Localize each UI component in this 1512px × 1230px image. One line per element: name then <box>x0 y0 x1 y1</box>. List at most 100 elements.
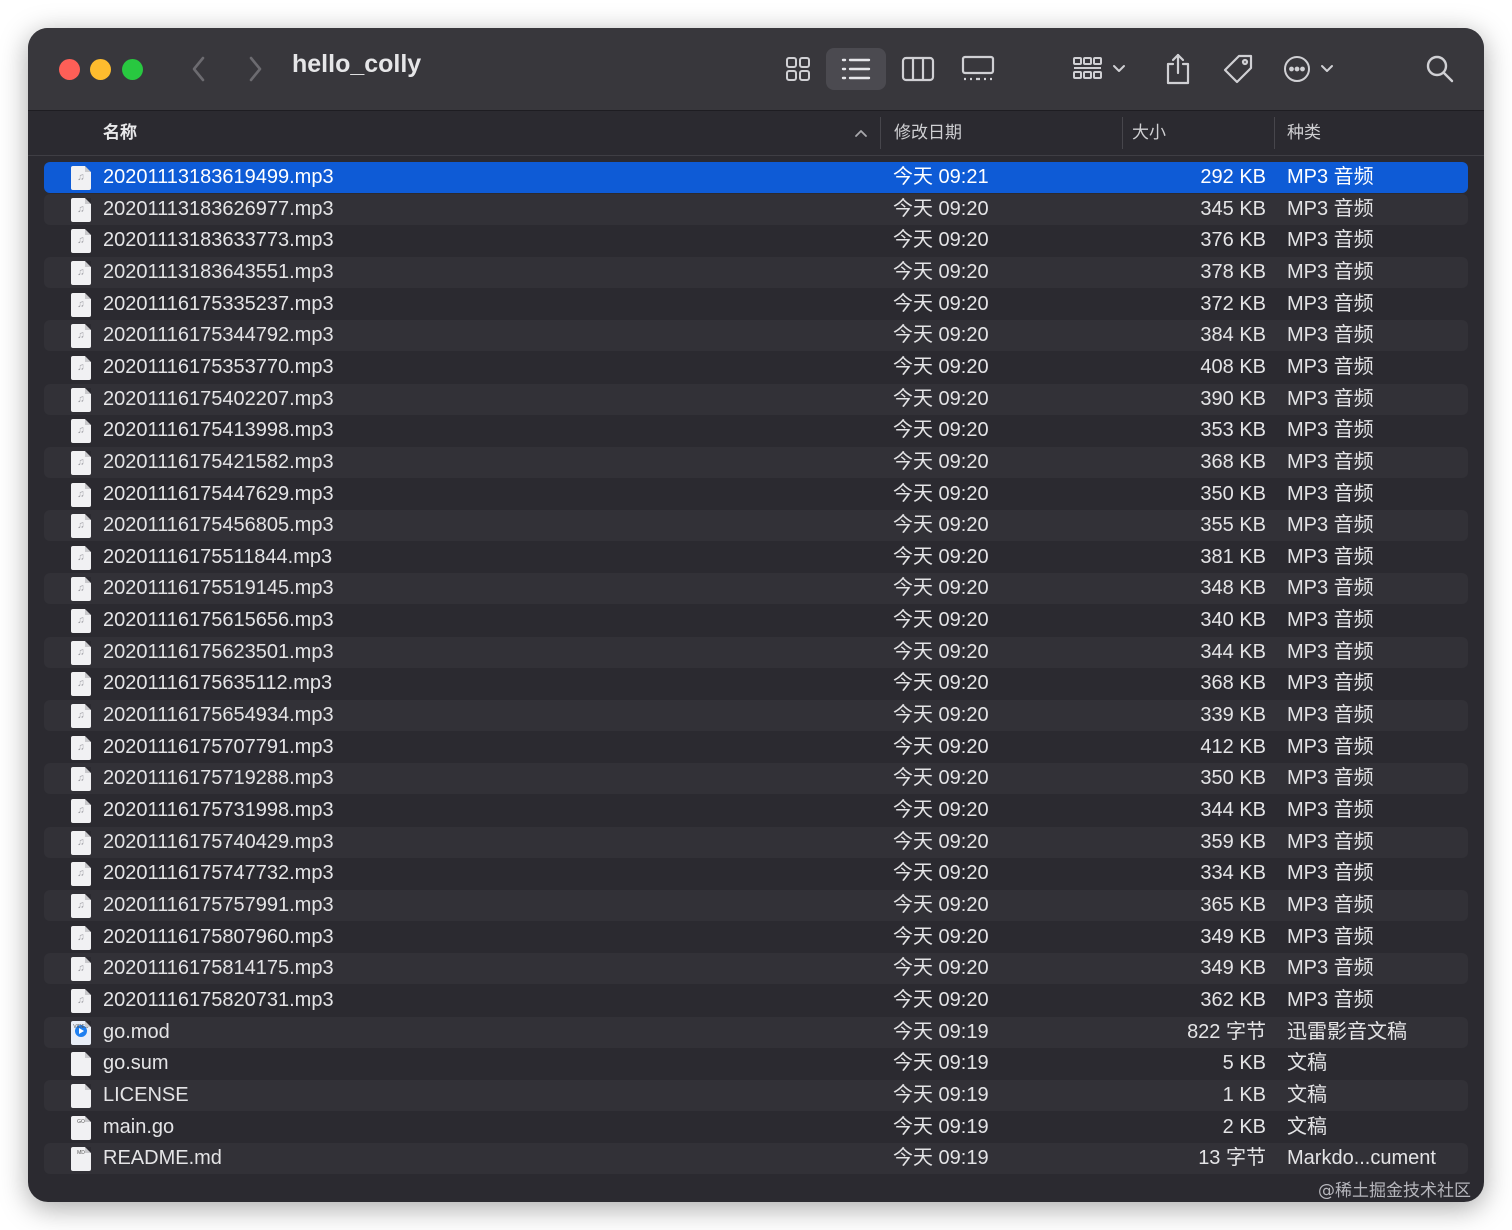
file-name: 20201116175757991.mp3 <box>103 894 334 916</box>
file-name: README.md <box>103 1147 222 1169</box>
column-view-button[interactable] <box>888 48 948 90</box>
file-kind: MP3 音频 <box>1287 799 1374 821</box>
file-row[interactable]: ♫ 20201116175615656.mp3 今天 09:20 340 KB MP3 … <box>44 605 1468 636</box>
file-kind: MP3 音频 <box>1287 261 1374 283</box>
music-file-icon: ♫ <box>71 862 91 886</box>
file-row[interactable]: ♫ 20201116175623501.mp3 今天 09:20 344 KB MP3 … <box>44 637 1468 668</box>
zoom-button[interactable] <box>122 59 143 80</box>
finder-window: hello_colly 名称 修改日期 大小 种类 ♫ 202011131836… <box>28 28 1484 1202</box>
file-date: 今天 09:20 <box>893 577 989 599</box>
file-date: 今天 09:19 <box>893 1147 989 1169</box>
column-divider[interactable] <box>1274 117 1275 149</box>
file-row[interactable]: ♫ 20201116175814175.mp3 今天 09:20 349 KB MP3 … <box>44 953 1468 984</box>
file-row[interactable]: ♫ 20201116175447629.mp3 今天 09:20 350 KB MP3 … <box>44 479 1468 510</box>
file-row[interactable]: LICENSE 今天 09:19 1 KB 文稿 <box>44 1080 1468 1111</box>
file-name: 20201116175635112.mp3 <box>103 672 333 694</box>
back-button[interactable] <box>184 48 214 90</box>
tag-button[interactable] <box>1218 48 1258 90</box>
file-name: 20201116175519145.mp3 <box>103 577 334 599</box>
file-row[interactable]: ♫ 20201116175511844.mp3 今天 09:20 381 KB MP3 … <box>44 542 1468 573</box>
search-button[interactable] <box>1420 48 1460 90</box>
file-row[interactable]: GO main.go 今天 09:19 2 KB 文稿 <box>44 1112 1468 1143</box>
file-name: 20201116175747732.mp3 <box>103 862 334 884</box>
file-row[interactable]: ♫ 20201113183643551.mp3 今天 09:20 378 KB MP3 … <box>44 257 1468 288</box>
file-kind: MP3 音频 <box>1287 483 1374 505</box>
file-row[interactable]: MD README.md 今天 09:19 13 字节 Markdo...cument <box>44 1143 1468 1174</box>
file-row[interactable]: ♫ 20201116175519145.mp3 今天 09:20 348 KB MP3 … <box>44 573 1468 604</box>
more-button[interactable] <box>1280 48 1346 90</box>
file-row[interactable]: ♫ 20201116175747732.mp3 今天 09:20 334 KB MP3 … <box>44 858 1468 889</box>
file-row[interactable]: ♫ 20201113183619499.mp3 今天 09:21 292 KB MP3 … <box>44 162 1468 193</box>
file-row[interactable]: ♫ 20201116175757991.mp3 今天 09:20 365 KB MP3 … <box>44 890 1468 921</box>
file-row[interactable]: ♫ 20201116175402207.mp3 今天 09:20 390 KB MP3 … <box>44 384 1468 415</box>
watermark: @稀土掘金技术社区 <box>1318 1181 1471 1201</box>
file-row[interactable]: go.sum 今天 09:19 5 KB 文稿 <box>44 1048 1468 1079</box>
file-row[interactable]: ♫ 20201116175740429.mp3 今天 09:20 359 KB MP3 … <box>44 827 1468 858</box>
forward-button[interactable] <box>240 48 270 90</box>
chevron-right-icon <box>249 56 262 82</box>
file-row[interactable]: ♫ 20201116175413998.mp3 今天 09:20 353 KB MP3 … <box>44 415 1468 446</box>
file-row[interactable]: ♫ 20201116175731998.mp3 今天 09:20 344 KB MP3 … <box>44 795 1468 826</box>
file-row[interactable]: ♫ 20201116175820731.mp3 今天 09:20 362 KB MP3 … <box>44 985 1468 1016</box>
file-name: 20201116175402207.mp3 <box>103 388 334 410</box>
file-row[interactable]: VIDEO go.mod 今天 09:19 822 字节 迅雷影音文稿 <box>44 1017 1468 1048</box>
file-kind: 文稿 <box>1287 1052 1327 1074</box>
music-file-icon: ♫ <box>71 546 91 570</box>
file-row[interactable]: ♫ 20201116175635112.mp3 今天 09:20 368 KB MP3 … <box>44 668 1468 699</box>
group-button[interactable] <box>1068 48 1134 90</box>
file-row[interactable]: ♫ 20201116175807960.mp3 今天 09:20 349 KB MP3 … <box>44 922 1468 953</box>
file-size: 339 KB <box>1200 704 1266 726</box>
file-size: 349 KB <box>1200 957 1266 979</box>
file-name: 20201116175344792.mp3 <box>103 324 334 346</box>
file-name: 20201116175740429.mp3 <box>103 831 334 853</box>
close-button[interactable] <box>59 59 80 80</box>
file-row[interactable]: ♫ 20201116175654934.mp3 今天 09:20 339 KB MP3 … <box>44 700 1468 731</box>
music-file-icon: ♫ <box>71 894 91 918</box>
file-row[interactable]: ♫ 20201116175456805.mp3 今天 09:20 355 KB MP3 … <box>44 510 1468 541</box>
share-button[interactable] <box>1158 48 1198 90</box>
file-name: 20201116175731998.mp3 <box>103 799 334 821</box>
file-date: 今天 09:20 <box>893 704 989 726</box>
date-column-header[interactable]: 修改日期 <box>894 111 962 155</box>
file-row[interactable]: ♫ 20201116175719288.mp3 今天 09:20 350 KB MP3 … <box>44 763 1468 794</box>
file-size: 340 KB <box>1200 609 1266 631</box>
music-file-icon: ♫ <box>71 799 91 823</box>
file-row[interactable]: ♫ 20201116175344792.mp3 今天 09:20 384 KB MP3 … <box>44 320 1468 351</box>
column-divider[interactable] <box>1122 117 1123 149</box>
file-name: 20201113183626977.mp3 <box>103 198 334 220</box>
file-name: 20201116175413998.mp3 <box>103 419 334 441</box>
file-row[interactable]: ♫ 20201113183633773.mp3 今天 09:20 376 KB MP3 … <box>44 225 1468 256</box>
file-row[interactable]: ♫ 20201116175353770.mp3 今天 09:20 408 KB MP3 … <box>44 352 1468 383</box>
file-date: 今天 09:20 <box>893 862 989 884</box>
file-row[interactable]: ♫ 20201116175421582.mp3 今天 09:20 368 KB MP3 … <box>44 447 1468 478</box>
file-name: 20201116175615656.mp3 <box>103 609 334 631</box>
file-date: 今天 09:19 <box>893 1084 989 1106</box>
column-divider[interactable] <box>880 117 881 149</box>
file-row[interactable]: ♫ 20201113183626977.mp3 今天 09:20 345 KB MP3 … <box>44 194 1468 225</box>
file-date: 今天 09:20 <box>893 229 989 251</box>
size-column-header[interactable]: 大小 <box>1132 111 1166 155</box>
file-row[interactable]: ♫ 20201116175707791.mp3 今天 09:20 412 KB MP3 … <box>44 732 1468 763</box>
file-name: 20201113183633773.mp3 <box>103 229 334 251</box>
toolbar: hello_colly <box>28 28 1484 111</box>
video-file-icon: VIDEO <box>71 1021 91 1045</box>
icon-view-button[interactable] <box>768 48 828 90</box>
sort-ascending-icon[interactable] <box>854 111 868 155</box>
file-name: go.mod <box>103 1021 170 1043</box>
kind-column-header[interactable]: 种类 <box>1287 111 1321 155</box>
name-column-header[interactable]: 名称 <box>103 111 137 155</box>
file-size: 1 KB <box>1222 1084 1266 1106</box>
file-kind: MP3 音频 <box>1287 609 1374 631</box>
file-size: 348 KB <box>1200 577 1266 599</box>
music-file-icon: ♫ <box>71 451 91 475</box>
file-size: 822 字节 <box>1187 1021 1266 1043</box>
minimize-button[interactable] <box>90 59 111 80</box>
file-size: 376 KB <box>1200 229 1266 251</box>
music-file-icon: ♫ <box>71 324 91 348</box>
file-kind: MP3 音频 <box>1287 293 1374 315</box>
gallery-view-button[interactable] <box>948 48 1008 90</box>
list-view-button[interactable] <box>826 48 886 90</box>
file-date: 今天 09:19 <box>893 1021 989 1043</box>
file-row[interactable]: ♫ 20201116175335237.mp3 今天 09:20 372 KB MP3 … <box>44 289 1468 320</box>
file-date: 今天 09:20 <box>893 799 989 821</box>
